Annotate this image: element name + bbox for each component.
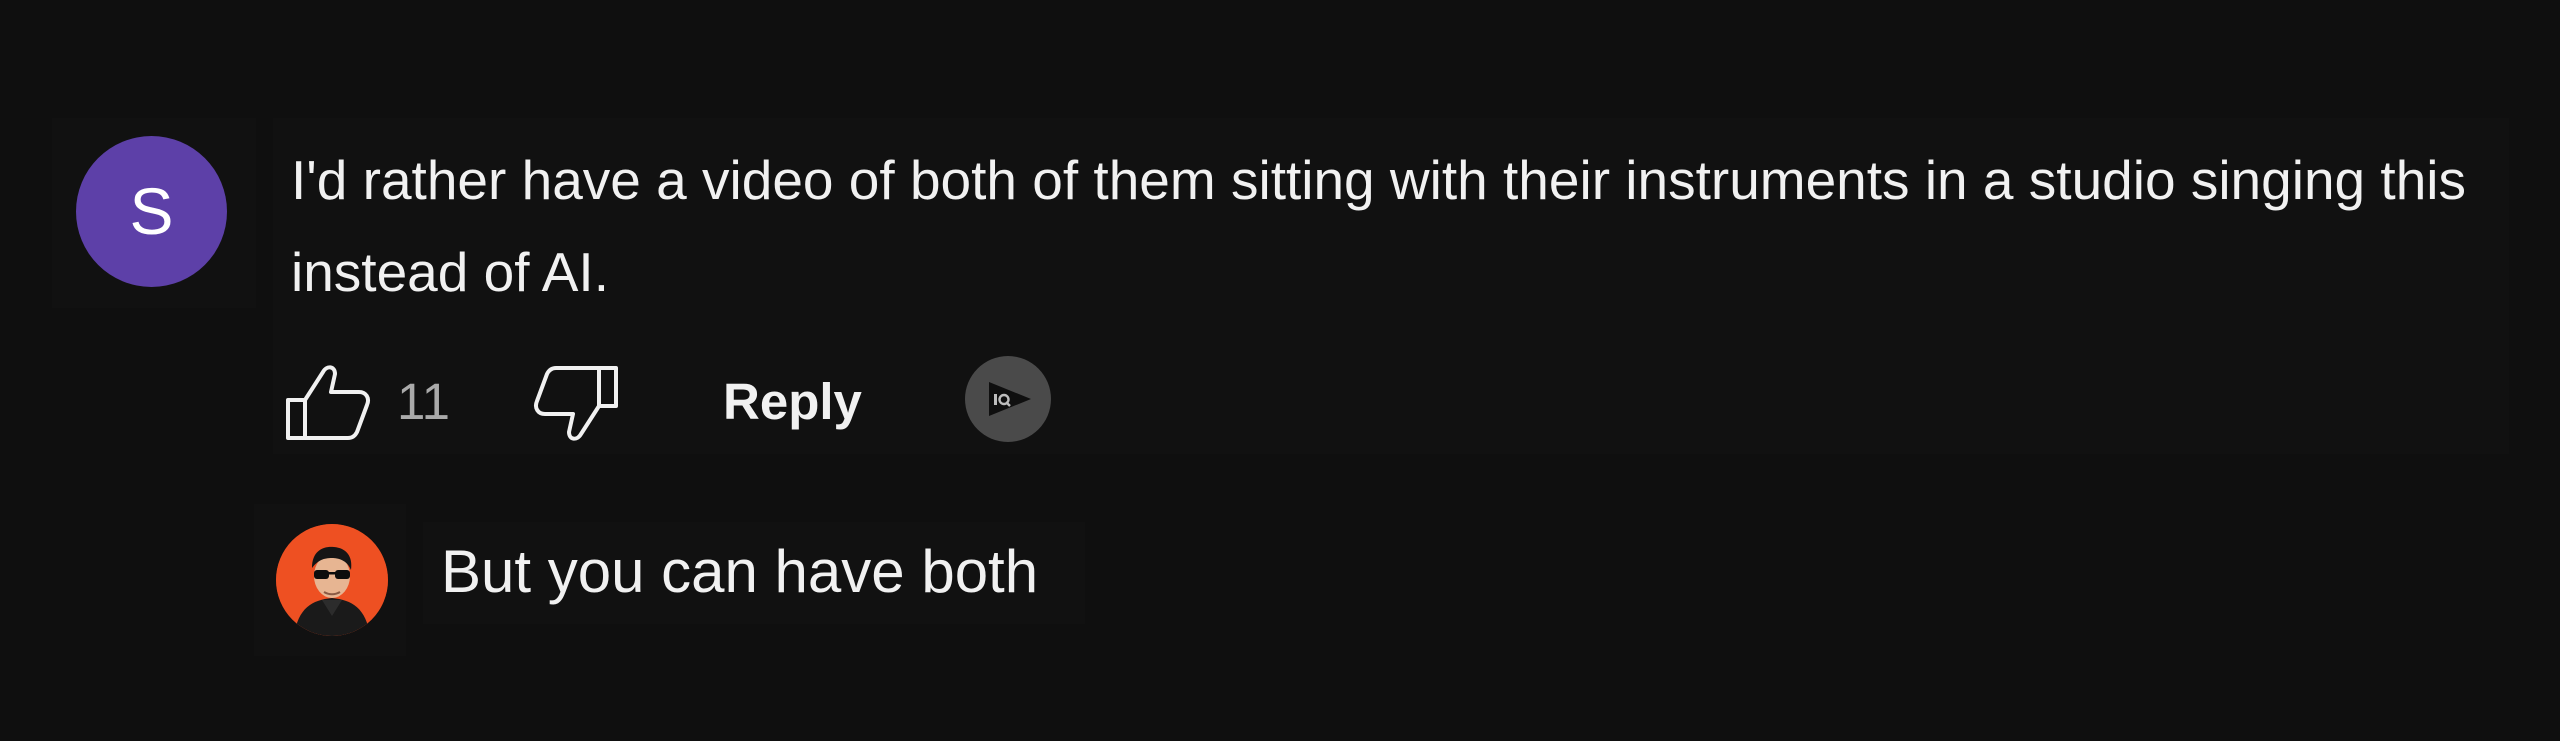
comment-text: I'd rather have a video of both of them … bbox=[291, 149, 2466, 303]
iq-icon bbox=[989, 382, 1031, 416]
reply-text: But you can have both bbox=[441, 538, 1039, 605]
dislike-button[interactable] bbox=[533, 364, 619, 444]
reply-body: But you can have both bbox=[423, 522, 1085, 624]
thumbs-down-icon bbox=[534, 366, 618, 441]
reply-button[interactable]: Reply bbox=[723, 368, 862, 436]
thumbs-up-icon bbox=[286, 365, 370, 440]
commenter-avatar[interactable]: S bbox=[76, 136, 227, 287]
user-photo-avatar bbox=[276, 524, 388, 636]
comment-body: I'd rather have a video of both of them … bbox=[273, 118, 2509, 454]
iq-button[interactable] bbox=[965, 356, 1051, 442]
like-count: 11 bbox=[397, 373, 450, 430]
reply-avatar-container bbox=[254, 504, 406, 656]
comment-avatar-container: S bbox=[52, 118, 256, 308]
replier-avatar[interactable] bbox=[276, 524, 388, 636]
like-button[interactable] bbox=[285, 362, 371, 442]
